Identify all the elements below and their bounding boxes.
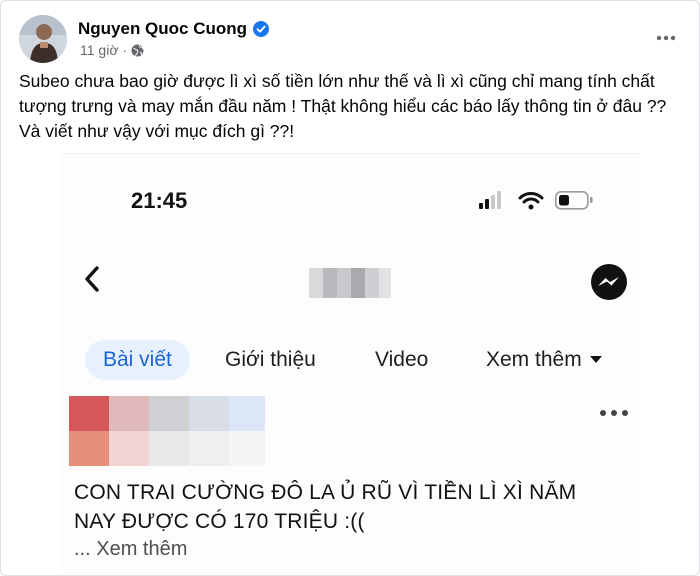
chevron-left-icon <box>85 266 99 292</box>
author-avatar[interactable] <box>19 15 67 63</box>
meta-separator: · <box>122 42 128 58</box>
blurred-avatar <box>69 396 265 466</box>
verified-badge-icon <box>253 21 270 37</box>
author-name-row: Nguyen Quoc Cuong <box>78 19 270 39</box>
tab-posts[interactable]: Bài viết <box>85 340 190 380</box>
status-bar-icons <box>479 191 593 210</box>
tab-about[interactable]: Giới thiệu <box>225 340 316 380</box>
facebook-post: Nguyen Quoc Cuong 11 giờ · Subeo chưa ba… <box>0 0 700 576</box>
back-button[interactable] <box>81 264 105 294</box>
avatar-photo <box>19 15 67 63</box>
globe-icon <box>131 44 144 57</box>
attached-screenshot[interactable]: 21:45 Bài viết Giới thiệu Video Xem thêm… <box>61 153 639 575</box>
post-meta: 11 giờ · <box>80 42 144 58</box>
item-options-button[interactable] <box>599 406 629 418</box>
battery-icon <box>555 191 593 210</box>
post-options-button[interactable] <box>653 25 679 51</box>
tab-video[interactable]: Video <box>375 340 428 380</box>
profile-tabs: Bài viết Giới thiệu Video Xem thêm <box>61 334 639 384</box>
item-headline: CON TRAI CƯỜNG ĐÔ LA Ủ RŨ VÌ TIỀN LÌ XÌ … <box>74 481 577 533</box>
tab-see-more[interactable]: Xem thêm <box>486 340 602 380</box>
more-horizontal-icon <box>600 410 628 416</box>
post-header: Nguyen Quoc Cuong 11 giờ · <box>19 13 683 65</box>
see-more-link[interactable]: ... Xem thêm <box>74 538 187 561</box>
caret-down-icon <box>589 356 602 363</box>
tab-see-more-label: Xem thêm <box>486 348 582 371</box>
blurred-page-name <box>309 268 391 298</box>
messenger-icon <box>591 264 627 300</box>
post-time[interactable]: 11 giờ <box>80 42 119 58</box>
messenger-button[interactable] <box>589 262 629 302</box>
post-message: Subeo chưa bao giờ được lì xì số tiền lớ… <box>19 71 667 141</box>
cellular-signal-icon <box>479 191 501 209</box>
wifi-icon <box>518 192 544 210</box>
author-name[interactable]: Nguyen Quoc Cuong <box>78 19 247 39</box>
more-horizontal-icon <box>656 35 676 41</box>
status-bar-time: 21:45 <box>131 188 188 213</box>
